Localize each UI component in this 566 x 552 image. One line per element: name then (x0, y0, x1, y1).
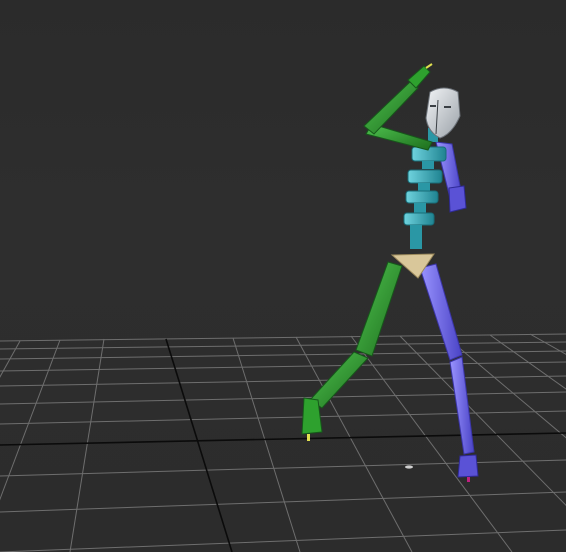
biped-character[interactable] (301, 63, 479, 482)
left-leg[interactable] (301, 261, 403, 441)
right-calf[interactable] (449, 356, 475, 455)
right-thigh[interactable] (419, 263, 463, 361)
right-forearm-hand[interactable] (448, 185, 467, 213)
left-arm[interactable] (363, 63, 433, 151)
perspective-viewport[interactable] (0, 0, 566, 552)
right-foot[interactable] (457, 454, 479, 478)
viewport-scene[interactable] (0, 0, 566, 552)
home-grid (0, 333, 566, 552)
spine[interactable] (403, 146, 447, 249)
head[interactable] (425, 87, 461, 139)
left-forearm[interactable] (363, 81, 419, 135)
left-thigh[interactable] (355, 261, 403, 357)
right-leg[interactable] (419, 263, 479, 482)
